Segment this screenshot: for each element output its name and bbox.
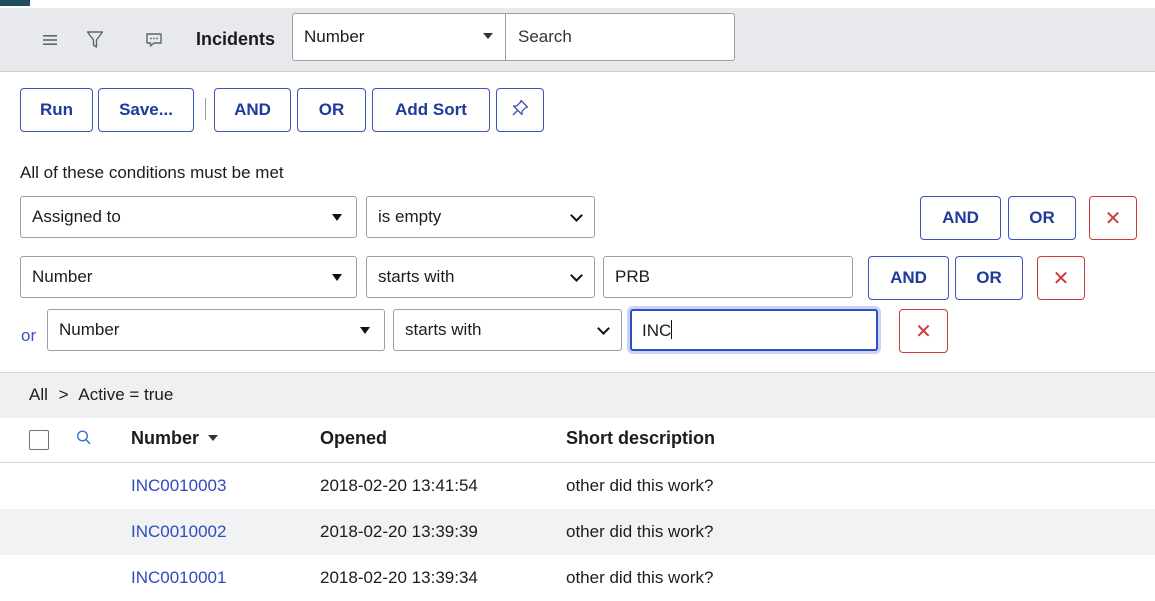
table-row: INC0010002 2018-02-20 13:39:39 other did… (0, 509, 1155, 555)
table-row: INC0010001 2018-02-20 13:39:34 other did… (0, 555, 1155, 601)
sort-descending-icon (208, 435, 219, 441)
or-button[interactable]: OR (297, 88, 366, 132)
list-toolbar: Incidents Number (0, 8, 1155, 72)
add-sort-button[interactable]: Add Sort (372, 88, 490, 132)
short-description-cell: other did this work? (566, 476, 714, 495)
column-header-short-description[interactable]: Short description (566, 428, 715, 449)
save-button[interactable]: Save... (98, 88, 194, 132)
condition-operator-select-3[interactable]: starts with (393, 309, 622, 351)
or-condition-label: or (21, 326, 37, 345)
condition-or-button-2[interactable]: OR (955, 256, 1023, 300)
breadcrumb-all[interactable]: All (29, 385, 48, 404)
chevron-down-icon (570, 209, 583, 222)
close-icon: ✕ (915, 320, 932, 343)
column-header-opened[interactable]: Opened (320, 428, 387, 449)
close-icon: ✕ (1104, 207, 1122, 230)
condition-value-input-3[interactable]: INC (630, 309, 878, 351)
delete-condition-button-3[interactable]: ✕ (899, 309, 948, 353)
breadcrumb-separator: > (58, 385, 69, 404)
search-field-value: Number (304, 27, 365, 46)
close-icon: ✕ (1052, 267, 1070, 290)
condition-operator-value: is empty (378, 207, 442, 226)
run-button[interactable]: Run (20, 88, 93, 132)
condition-operator-value: starts with (378, 267, 455, 286)
condition-and-button-1[interactable]: AND (920, 196, 1001, 240)
incident-number-link[interactable]: INC0010003 (131, 476, 226, 496)
column-header-number[interactable]: Number (131, 428, 219, 449)
short-description-cell: other did this work? (566, 522, 714, 541)
condition-field-select-2[interactable]: Number (20, 256, 357, 298)
comment-icon[interactable] (144, 30, 164, 50)
and-button[interactable]: AND (214, 88, 291, 132)
opened-cell: 2018-02-20 13:41:54 (320, 476, 478, 495)
search-icon[interactable] (76, 429, 92, 452)
incident-number-link[interactable]: INC0010001 (131, 568, 226, 588)
opened-cell: 2018-02-20 13:39:39 (320, 522, 478, 541)
conditions-heading: All of these conditions must be met (20, 163, 284, 182)
hamburger-menu-icon[interactable] (40, 30, 60, 50)
delete-condition-button-2[interactable]: ✕ (1037, 256, 1085, 300)
condition-field-select-1[interactable]: Assigned to (20, 196, 357, 238)
select-all-checkbox[interactable] (29, 430, 49, 450)
filter-panel: Run Save... AND OR Add Sort All of these… (0, 72, 1155, 372)
short-description-cell: other did this work? (566, 568, 714, 587)
table-header: Number Opened Short description (0, 418, 1155, 463)
breadcrumb: All > Active = true (0, 372, 1155, 418)
condition-or-button-1[interactable]: OR (1008, 196, 1076, 240)
incident-number-link[interactable]: INC0010002 (131, 522, 226, 542)
condition-value-input-2[interactable]: PRB (603, 256, 853, 298)
delete-condition-button-1[interactable]: ✕ (1089, 196, 1137, 240)
column-header-label: Number (131, 428, 200, 448)
chevron-down-icon (597, 322, 610, 335)
condition-operator-select-1[interactable]: is empty (366, 196, 595, 238)
condition-field-value: Number (32, 267, 93, 286)
condition-operator-select-2[interactable]: starts with (366, 256, 595, 298)
pin-button[interactable] (496, 88, 544, 132)
search-field-select[interactable]: Number (292, 13, 506, 61)
pin-icon (510, 98, 530, 123)
search-input[interactable] (505, 13, 735, 61)
breadcrumb-filter[interactable]: Active = true (78, 385, 173, 404)
top-strip (0, 0, 1155, 8)
text-cursor (671, 320, 673, 339)
brand-accent (0, 0, 30, 6)
caret-down-icon (483, 33, 493, 39)
condition-field-value: Assigned to (32, 207, 121, 226)
caret-down-icon (332, 214, 342, 221)
caret-down-icon (332, 274, 342, 281)
condition-and-button-2[interactable]: AND (868, 256, 949, 300)
condition-field-select-3[interactable]: Number (47, 309, 385, 351)
chevron-down-icon (570, 269, 583, 282)
caret-down-icon (360, 327, 370, 334)
condition-value-text: INC (642, 321, 672, 340)
toolbar-separator (205, 98, 206, 120)
filter-icon[interactable] (85, 30, 105, 50)
condition-field-value: Number (59, 320, 120, 339)
condition-operator-value: starts with (405, 320, 482, 339)
list-title: Incidents (196, 29, 276, 49)
table-row: INC0010003 2018-02-20 13:41:54 other did… (0, 463, 1155, 509)
opened-cell: 2018-02-20 13:39:34 (320, 568, 478, 587)
